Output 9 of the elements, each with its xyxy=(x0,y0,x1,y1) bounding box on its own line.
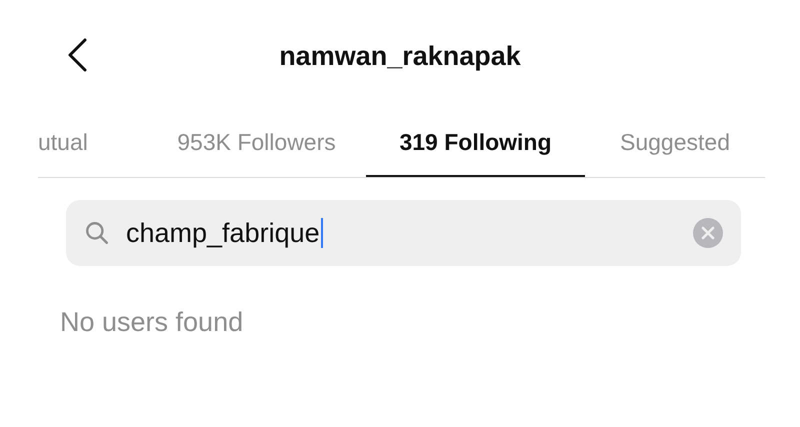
tab[interactable]: 319 Following xyxy=(366,110,585,177)
search-field[interactable]: champ_fabrique xyxy=(66,200,741,266)
tab[interactable]: 953K Followers xyxy=(147,110,366,177)
back-icon[interactable] xyxy=(66,38,88,72)
tab[interactable]: utual xyxy=(38,110,147,177)
tab[interactable]: Suggested xyxy=(585,110,765,177)
empty-message: No users found xyxy=(60,307,244,337)
search-icon xyxy=(84,220,110,246)
profile-username: namwan_raknapak xyxy=(279,40,521,71)
